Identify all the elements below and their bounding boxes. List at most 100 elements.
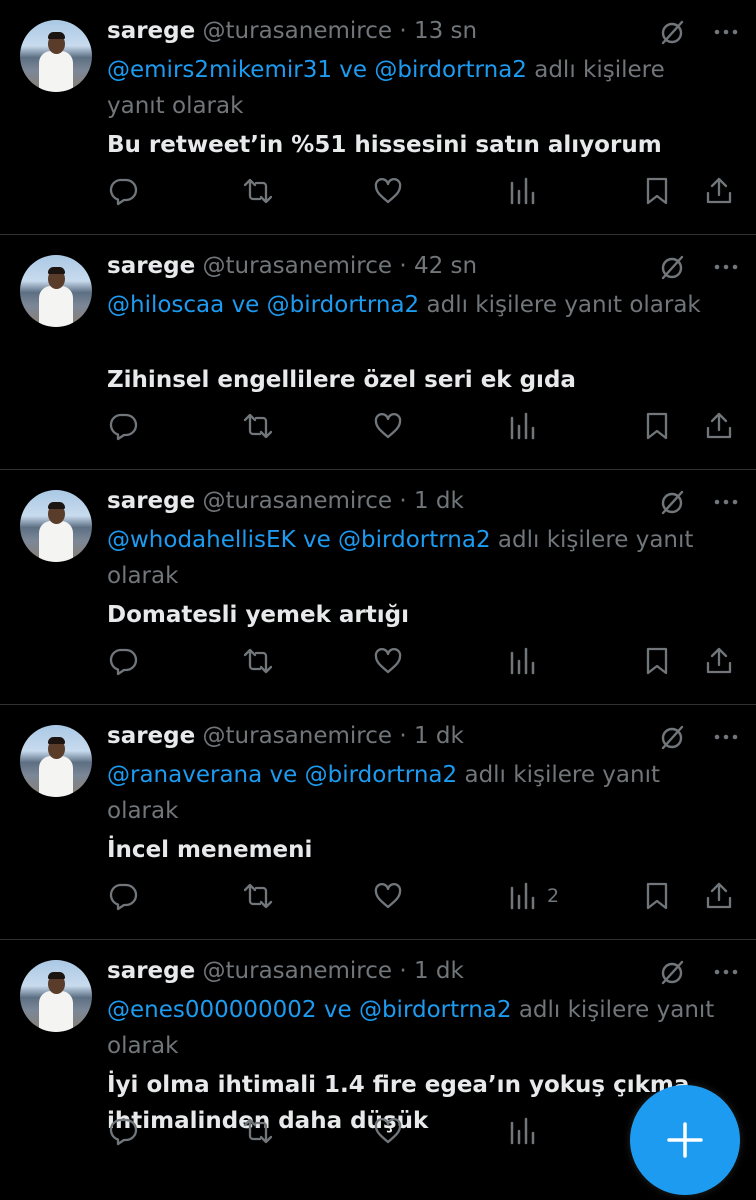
like-button[interactable] <box>372 1113 404 1149</box>
author-handle[interactable]: @turasanemirce <box>203 253 393 279</box>
views-button[interactable] <box>507 173 547 209</box>
tweet-header: sarege @turasanemirce · 1 dk <box>107 719 656 753</box>
bookmark-icon <box>646 882 668 910</box>
retweet-button[interactable] <box>242 643 274 679</box>
views-button[interactable] <box>507 1113 547 1149</box>
like-button[interactable] <box>372 643 404 679</box>
author-name[interactable]: sarege <box>107 958 195 984</box>
author-name[interactable]: sarege <box>107 253 195 279</box>
reply-button[interactable] <box>107 643 139 679</box>
author-name[interactable]: sarege <box>107 488 195 514</box>
views-button[interactable] <box>507 643 547 679</box>
mention-link[interactable]: @birdortrna2 <box>374 57 527 83</box>
retweet-button[interactable] <box>242 408 274 444</box>
mention-link[interactable]: @birdortrna2 <box>338 527 491 553</box>
views-button[interactable] <box>507 408 547 444</box>
compose-button[interactable] <box>630 1085 740 1195</box>
timestamp[interactable]: 1 dk <box>414 723 464 749</box>
timestamp[interactable]: 1 dk <box>414 958 464 984</box>
bookmark-icon <box>646 177 668 205</box>
avatar[interactable] <box>20 490 92 562</box>
retweet-button[interactable] <box>242 878 274 914</box>
author-handle[interactable]: @turasanemirce <box>203 488 393 514</box>
separator-dot: · <box>399 958 407 984</box>
bookmark-icon <box>646 412 668 440</box>
action-bar <box>107 173 736 209</box>
more-dots-icon[interactable] <box>712 488 740 516</box>
tweet[interactable]: sarege @turasanemirce · 1 dk @whodahelli… <box>0 470 756 705</box>
bookmark-button[interactable] <box>641 173 673 209</box>
retweet-icon <box>243 413 273 439</box>
reply-context: @emirs2mikemir31 ve @birdortrna2 adlı ki… <box>107 52 727 124</box>
grok-slash-circle-icon[interactable] <box>658 253 686 281</box>
more-dots-icon[interactable] <box>712 723 740 751</box>
tweet-header: sarege @turasanemirce · 42 sn <box>107 249 656 283</box>
mention-link[interactable]: @emirs2mikemir31 <box>107 57 332 83</box>
like-button[interactable] <box>372 878 404 914</box>
author-name[interactable]: sarege <box>107 723 195 749</box>
avatar[interactable] <box>20 255 92 327</box>
reply-button[interactable] <box>107 173 139 209</box>
action-bar: 2 <box>107 878 736 914</box>
grok-slash-circle-icon[interactable] <box>658 488 686 516</box>
more-dots-icon[interactable] <box>712 18 740 46</box>
author-handle[interactable]: @turasanemirce <box>203 723 393 749</box>
retweet-button[interactable] <box>242 1113 274 1149</box>
mention-link[interactable]: @hiloscaa <box>107 292 224 318</box>
mention-link[interactable]: @whodahellisEK <box>107 527 296 553</box>
bookmark-button[interactable] <box>641 878 673 914</box>
reply-icon <box>109 1118 138 1146</box>
more-dots-icon[interactable] <box>712 253 740 281</box>
views-bar-chart-icon <box>510 882 535 910</box>
share-upload-icon <box>706 647 732 674</box>
tweet[interactable]: sarege @turasanemirce · 1 dk @ranaverana… <box>0 705 756 940</box>
bookmark-button[interactable] <box>641 643 673 679</box>
grok-slash-circle-icon[interactable] <box>658 18 686 46</box>
share-upload-icon <box>706 412 732 439</box>
like-button[interactable] <box>372 408 404 444</box>
retweet-button[interactable] <box>242 173 274 209</box>
tweet[interactable]: sarege @turasanemirce · 42 sn @hiloscaa … <box>0 235 756 470</box>
avatar[interactable] <box>20 20 92 92</box>
reply-context: @hiloscaa ve @birdortrna2 adlı kişilere … <box>107 287 727 323</box>
connector-text: ve <box>302 527 331 553</box>
author-handle[interactable]: @turasanemirce <box>203 958 393 984</box>
bookmark-icon <box>646 647 668 675</box>
avatar[interactable] <box>20 960 92 1032</box>
tweet[interactable]: sarege @turasanemirce · 13 sn @emirs2mik… <box>0 0 756 235</box>
reply-button[interactable] <box>107 1113 139 1149</box>
bookmark-button[interactable] <box>641 408 673 444</box>
avatar[interactable] <box>20 725 92 797</box>
retweet-icon <box>243 883 273 909</box>
heart-icon <box>374 648 402 674</box>
grok-slash-circle-icon[interactable] <box>658 723 686 751</box>
mention-link[interactable]: @enes000000002 <box>107 997 317 1023</box>
timestamp[interactable]: 13 sn <box>414 18 477 44</box>
author-name[interactable]: sarege <box>107 18 195 44</box>
more-dots-icon[interactable] <box>712 958 740 986</box>
tweet-header: sarege @turasanemirce · 13 sn <box>107 14 656 48</box>
retweet-icon <box>243 648 273 674</box>
connector-text: ve <box>269 762 298 788</box>
author-handle[interactable]: @turasanemirce <box>203 18 393 44</box>
tweet-text: Zihinsel engellilere özel seri ek gıda <box>107 367 576 393</box>
reply-button[interactable] <box>107 408 139 444</box>
grok-slash-circle-icon[interactable] <box>658 958 686 986</box>
share-button[interactable] <box>703 878 735 914</box>
action-bar <box>107 408 736 444</box>
share-button[interactable] <box>703 173 735 209</box>
share-button[interactable] <box>703 408 735 444</box>
timestamp[interactable]: 42 sn <box>414 253 477 279</box>
like-button[interactable] <box>372 173 404 209</box>
reply-button[interactable] <box>107 878 139 914</box>
timestamp[interactable]: 1 dk <box>414 488 464 514</box>
share-button[interactable] <box>703 643 735 679</box>
mention-link[interactable]: @birdortrna2 <box>267 292 420 318</box>
mention-link[interactable]: @birdortrna2 <box>359 997 512 1023</box>
share-upload-icon <box>706 177 732 204</box>
mention-link[interactable]: @ranaverana <box>107 762 262 788</box>
reply-suffix: adlı kişilere yanıt olarak <box>426 292 701 318</box>
views-button[interactable]: 2 <box>507 878 559 914</box>
mention-link[interactable]: @birdortrna2 <box>305 762 458 788</box>
tweet-text: İncel menemeni <box>107 837 313 863</box>
